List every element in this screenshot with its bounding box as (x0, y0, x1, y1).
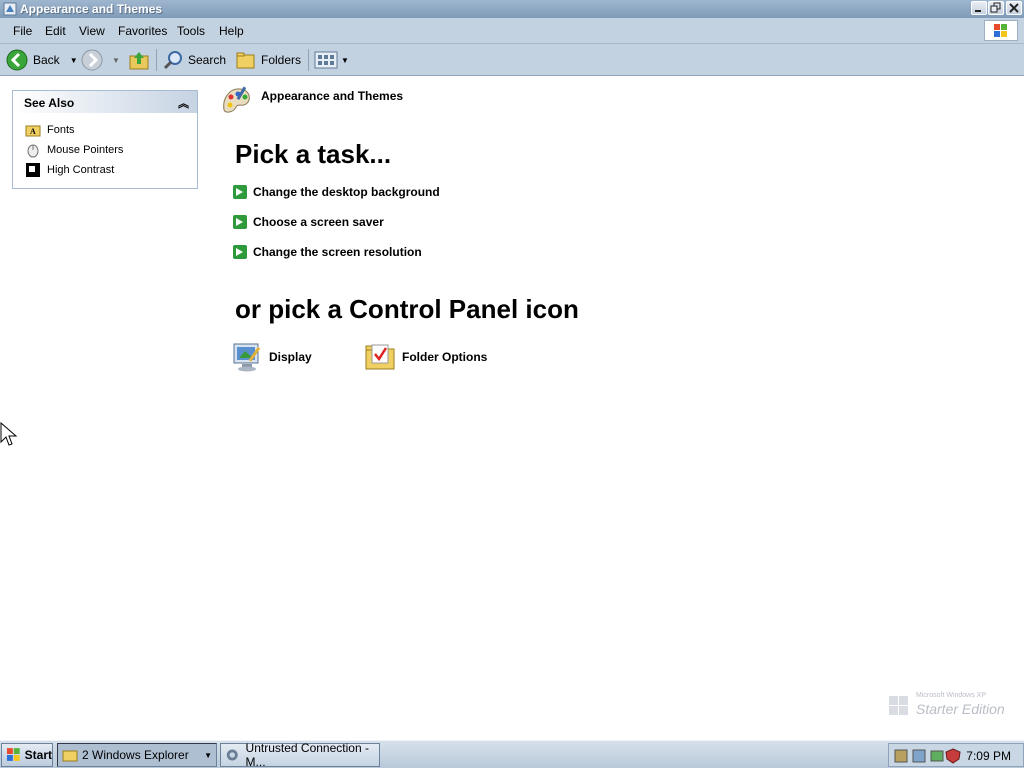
system-tray: 7:09 PM (888, 743, 1024, 767)
watermark-line1: Microsoft Windows XP (916, 692, 987, 699)
control-panel-folder-options[interactable]: Folder Options (364, 340, 487, 374)
collapse-chevron-icon[interactable]: ︽ (178, 95, 189, 111)
toolbar-separator (308, 49, 309, 71)
menu-help[interactable]: Help (219, 24, 244, 38)
forward-button[interactable]: ▼ (80, 48, 120, 72)
svg-text:A: A (30, 127, 36, 136)
starter-edition-watermark: Microsoft Windows XP Starter Edition (886, 692, 1016, 720)
toolbar-separator (156, 49, 157, 71)
pick-task-heading: Pick a task... (235, 139, 392, 169)
restore-icon (990, 2, 1001, 13)
toolbar: Back ▼ ▼ Search Folders ▼ (0, 44, 1024, 76)
minimize-icon (975, 10, 981, 12)
see-also-item-high-contrast[interactable]: High Contrast (25, 162, 114, 178)
display-label: Display (269, 350, 312, 364)
maximize-button[interactable] (988, 1, 1004, 15)
menu-favorites[interactable]: Favorites (118, 24, 167, 38)
group-dropdown-icon: ▼ (204, 750, 212, 760)
menu-tools[interactable]: Tools (177, 24, 205, 38)
menu-edit[interactable]: Edit (45, 24, 66, 38)
see-also-label: Fonts (47, 124, 75, 136)
folder-icon (62, 750, 78, 762)
control-panel-icon (3, 2, 17, 16)
see-also-label: High Contrast (47, 164, 115, 176)
see-also-label: Mouse Pointers (47, 144, 124, 156)
tray-icons[interactable] (893, 747, 963, 765)
views-dropdown-icon[interactable]: ▼ (341, 56, 349, 65)
menu-view[interactable]: View (79, 24, 105, 38)
windows-flag-icon (994, 24, 1007, 37)
task-change-screen-resolution[interactable]: Change the screen resolution (233, 244, 422, 260)
green-arrow-icon (233, 245, 247, 259)
watermark-line2: Starter Edition (916, 701, 1005, 717)
start-windows-icon (6, 748, 20, 761)
tray-security-shield-icon (945, 748, 961, 764)
mozilla-icon (226, 749, 238, 761)
tray-user-icon (894, 749, 908, 763)
windows-logo (984, 20, 1018, 41)
mouse-icon (27, 144, 39, 158)
minimize-button[interactable] (971, 1, 987, 15)
views-button[interactable]: ▼ (314, 48, 349, 72)
search-icon (163, 51, 182, 70)
clock: 7:09 PM (966, 749, 1011, 763)
folders-icon (236, 52, 255, 69)
back-dropdown-icon[interactable]: ▼ (70, 56, 78, 65)
taskbar-button-windows-explorer[interactable]: 2 Windows Explorer ▼ (57, 743, 217, 767)
search-button[interactable]: Search (162, 48, 226, 72)
close-button[interactable] (1006, 1, 1022, 15)
category-title: Appearance and Themes (261, 89, 404, 103)
menu-file[interactable]: File (13, 24, 32, 38)
windows-flag-icon (889, 696, 908, 715)
back-button[interactable]: Back ▼ (5, 48, 78, 72)
see-also-item-fonts[interactable]: A Fonts (25, 122, 75, 138)
start-button[interactable]: Start (1, 743, 53, 767)
close-icon (1009, 3, 1019, 13)
folder-up-icon (129, 52, 149, 70)
see-also-header[interactable]: See Also ︽ (13, 91, 197, 113)
folder-options-icon (365, 344, 395, 370)
title-bar[interactable]: Appearance and Themes (0, 0, 1024, 18)
task-label: Change the desktop background (253, 185, 440, 199)
green-arrow-icon (233, 215, 247, 229)
back-label: Back (33, 53, 60, 67)
start-label: Start (24, 748, 52, 762)
taskbar: Start 2 Windows Explorer ▼ Untrusted Con… (0, 740, 1024, 769)
task-change-desktop-background[interactable]: Change the desktop background (233, 184, 440, 200)
taskbar-button-label: 2 Windows Explorer (82, 748, 189, 762)
up-button[interactable] (128, 48, 150, 72)
tray-network-icon (912, 749, 926, 763)
high-contrast-icon (26, 163, 40, 177)
task-label: Choose a screen saver (253, 215, 384, 229)
see-also-item-mouse-pointers[interactable]: Mouse Pointers (25, 142, 123, 158)
taskbar-button-untrusted-connection[interactable]: Untrusted Connection - M... (220, 741, 380, 769)
display-icon (233, 343, 261, 372)
task-label: Change the screen resolution (253, 245, 422, 259)
window-title: Appearance and Themes (20, 2, 163, 16)
control-panel-display[interactable]: Display (231, 340, 312, 374)
mouse-cursor-icon (0, 422, 18, 446)
forward-arrow-icon (81, 49, 103, 71)
folder-options-label: Folder Options (402, 350, 488, 364)
back-arrow-icon (6, 49, 28, 71)
taskbar-button-label: Untrusted Connection - M... (245, 741, 369, 769)
pick-icon-heading: or pick a Control Panel icon (235, 294, 579, 324)
folders-label: Folders (261, 53, 302, 67)
see-also-panel: See Also ︽ A Fonts Mouse Pointers High C… (12, 90, 198, 189)
fonts-folder-icon: A (25, 125, 41, 137)
task-choose-screen-saver[interactable]: Choose a screen saver (233, 214, 384, 230)
folders-button[interactable]: Folders (235, 48, 301, 72)
tray-monitor-icon (930, 750, 944, 762)
views-icon (314, 51, 338, 69)
see-also-title: See Also (24, 96, 75, 110)
forward-dropdown-icon[interactable]: ▼ (112, 56, 120, 65)
search-label: Search (188, 53, 227, 67)
appearance-themes-icon (223, 86, 250, 113)
menu-bar: File Edit View Favorites Tools Help (0, 18, 1024, 44)
green-arrow-icon (233, 185, 247, 199)
